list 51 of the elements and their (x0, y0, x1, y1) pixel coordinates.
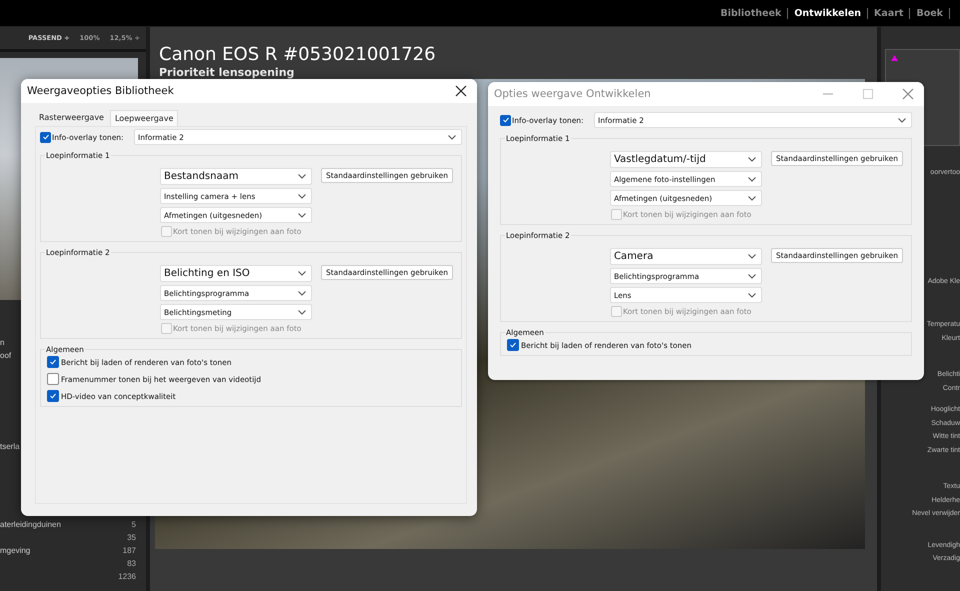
checkmark-icon (502, 116, 510, 124)
clipping-warning-icon[interactable] (890, 54, 899, 62)
chevron-down-icon (748, 292, 756, 298)
photo-subtitle: Prioriteit lensopening (158, 67, 296, 79)
checkbox[interactable] (507, 339, 519, 351)
chevron-down-icon (298, 212, 306, 218)
collection-name[interactable]: mgeving (0, 546, 30, 554)
checkbox[interactable] (40, 132, 51, 142)
chevron-down-icon (898, 118, 906, 122)
checkbox[interactable] (500, 114, 511, 126)
module-tab[interactable]: Ontwikkelen (788, 8, 868, 18)
dialog-title: Weergaveopties Bibliotheek (27, 85, 174, 97)
collection-count: 83 (127, 558, 136, 568)
chevron-down-icon (748, 157, 756, 162)
collection-count: 5 (132, 520, 136, 528)
module-tab[interactable]: Kaart (868, 8, 910, 18)
chevron-down-icon (748, 274, 756, 278)
checkbox[interactable] (47, 373, 59, 385)
dialog-tab[interactable]: Rasterweergave (35, 110, 108, 126)
info-select[interactable]: Bestandsnaam (160, 168, 312, 185)
chevron-down-icon (298, 271, 306, 276)
checkmark-icon (49, 392, 57, 400)
dialog-title: Opties weergave Ontwikkelen (494, 88, 651, 100)
module-tab[interactable]: Bibliotheek (714, 8, 788, 18)
info-select[interactable]: Belichting en ISO (160, 265, 312, 282)
chevron-down-icon (748, 176, 756, 182)
dialog-tab[interactable]: Loepweergave (110, 110, 178, 126)
collection-name[interactable]: n (0, 338, 4, 346)
checkmark-icon (509, 341, 517, 349)
checkbox[interactable] (47, 390, 59, 402)
collection-count: 1236 (118, 572, 136, 580)
photo-title: Canon EOS R #053021001726 (158, 43, 437, 67)
chevron-down-icon (748, 254, 756, 259)
checkmark-icon (42, 133, 50, 141)
chevron-down-icon (748, 196, 756, 200)
module-tab[interactable]: Boek (910, 8, 950, 18)
collection-name[interactable]: oof (0, 350, 12, 360)
chevron-down-icon (298, 290, 306, 296)
chevron-down-icon (298, 194, 306, 198)
close-icon[interactable] (455, 85, 467, 97)
collection-count: 187 (122, 546, 136, 554)
collection-name[interactable]: tserla (0, 442, 20, 450)
checkbox[interactable] (47, 356, 59, 368)
chevron-down-icon (298, 174, 306, 179)
collection-count: 35 (127, 532, 136, 542)
info-select[interactable]: Camera (610, 248, 762, 265)
chevron-down-icon (298, 310, 306, 314)
info-select[interactable]: Vastlegdatum/-tijd (610, 151, 762, 168)
collection-name[interactable]: aterleidingduinen (0, 520, 61, 528)
chevron-down-icon (448, 134, 456, 140)
checkmark-icon (49, 358, 57, 366)
